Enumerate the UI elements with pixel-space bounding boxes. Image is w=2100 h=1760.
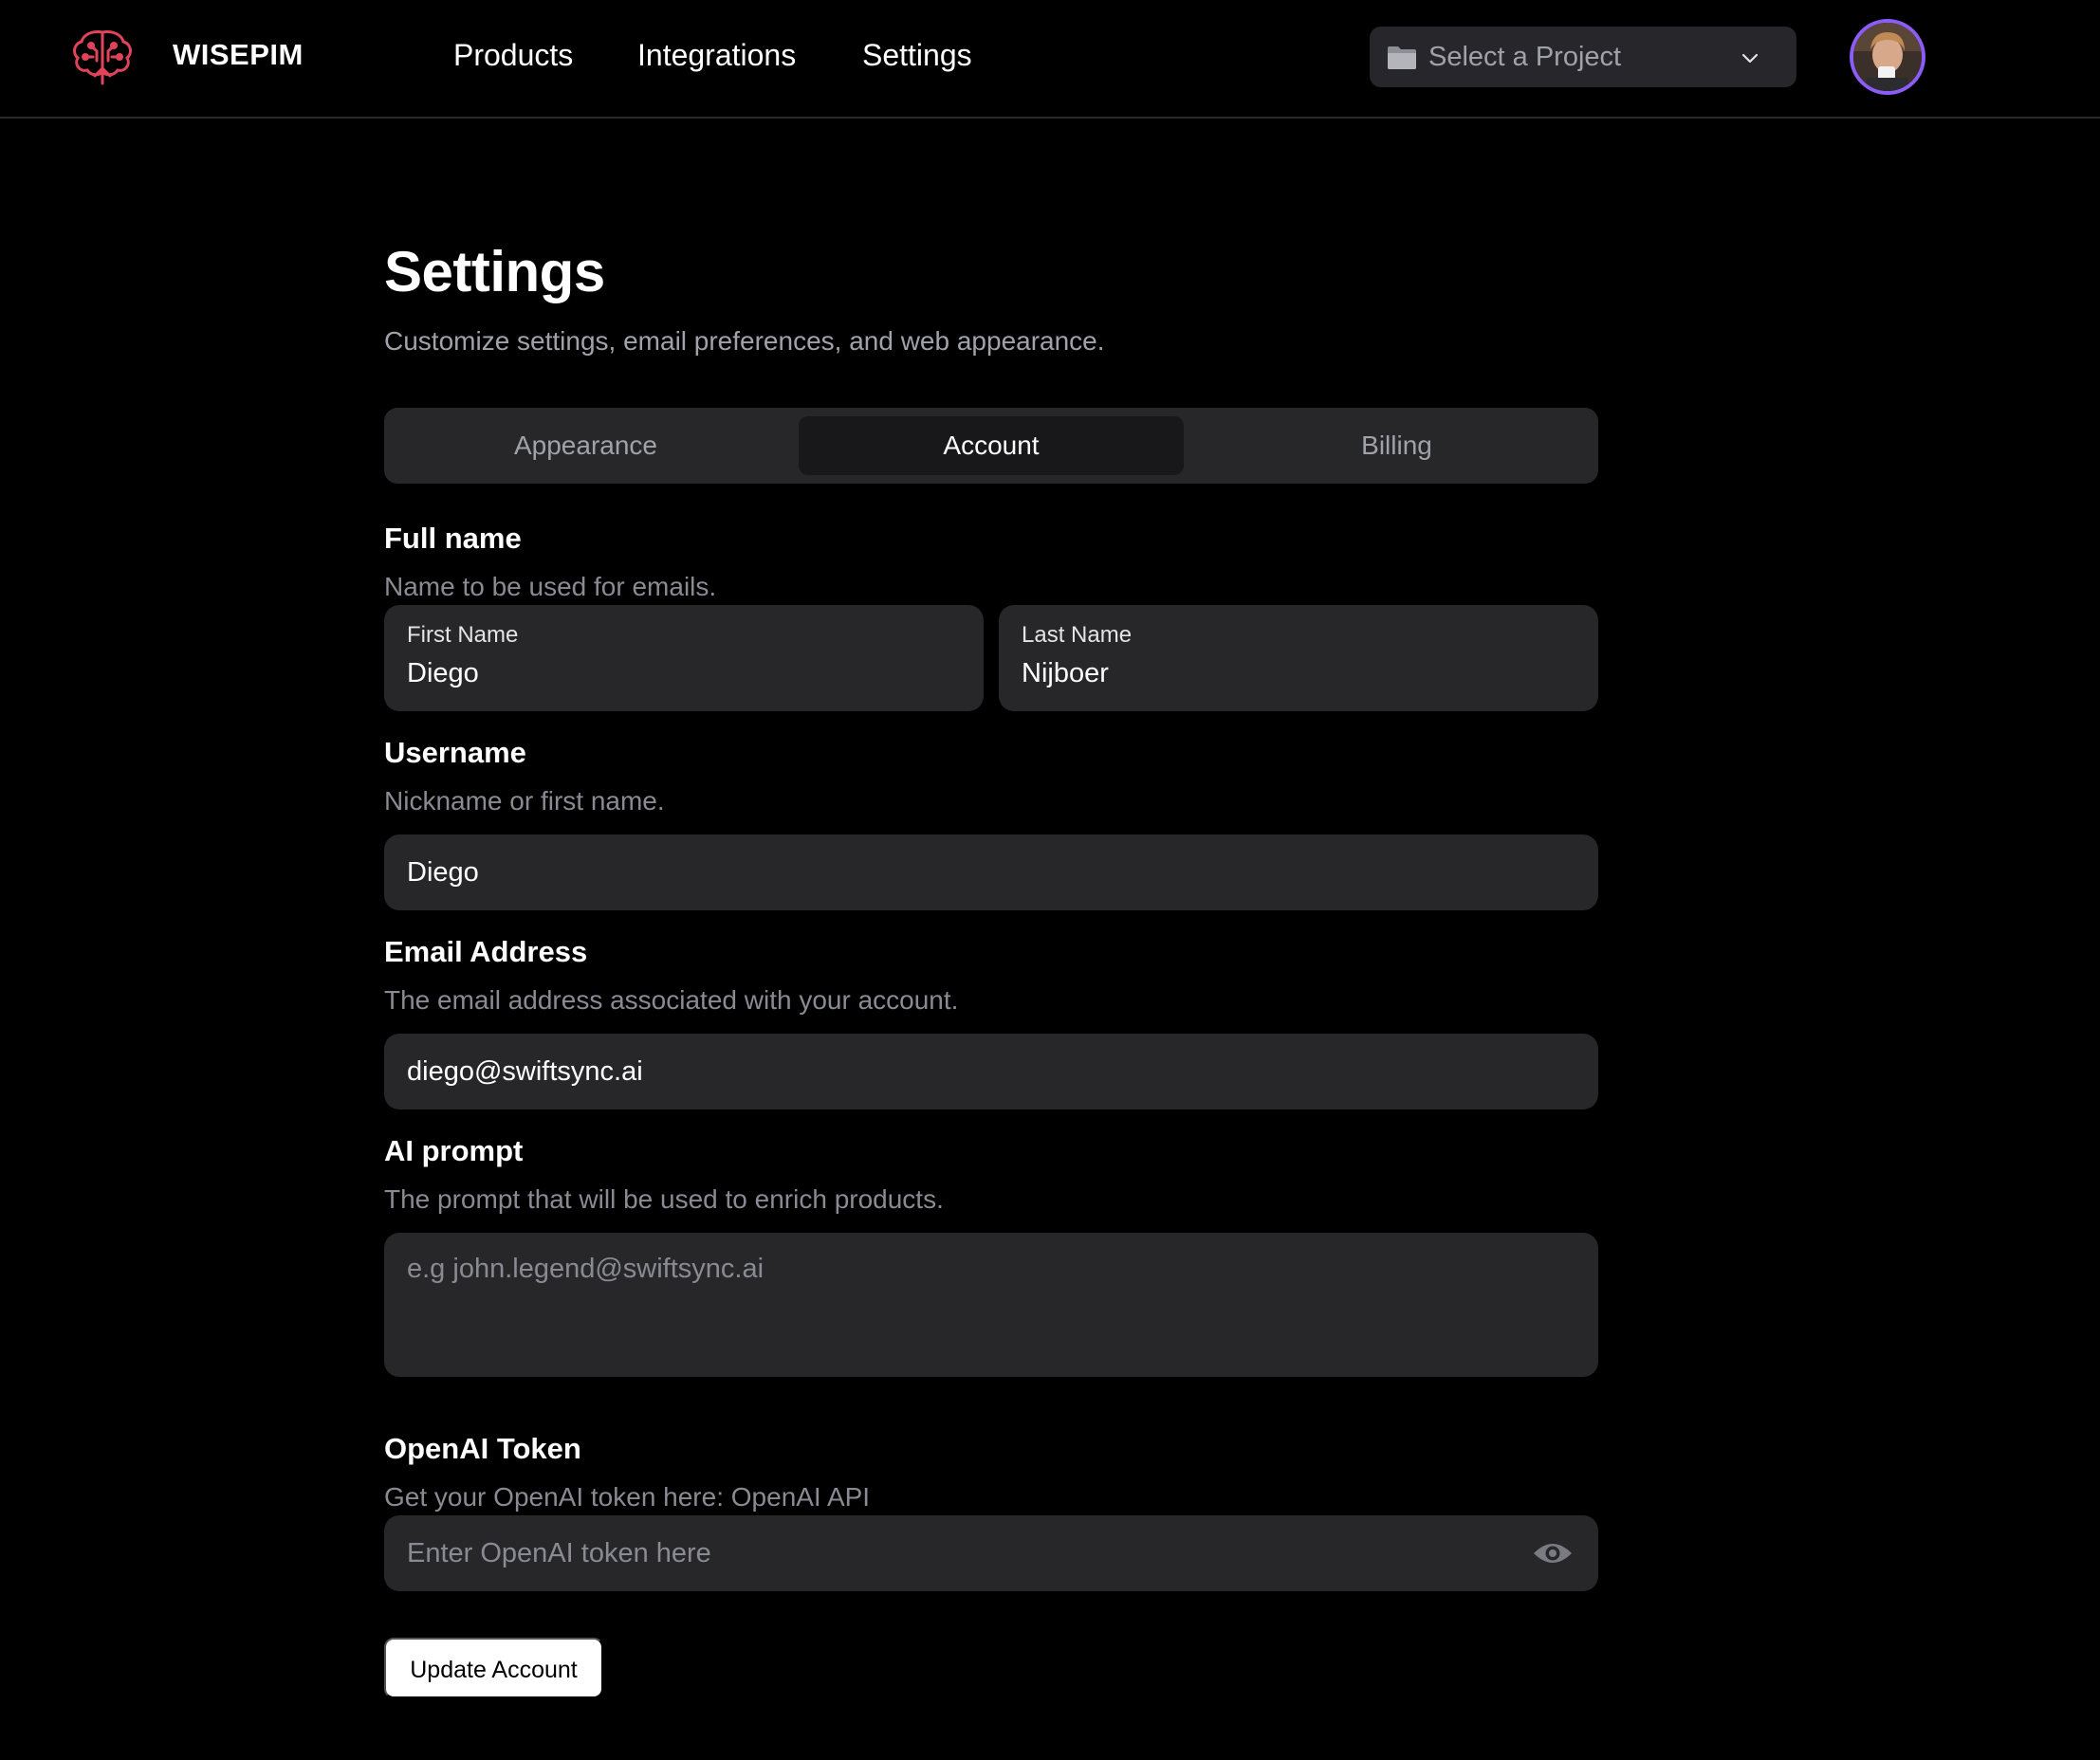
last-name-value[interactable]: Nijboer xyxy=(1022,658,1109,689)
username-description: Nickname or first name. xyxy=(384,786,665,816)
username-value[interactable]: Diego xyxy=(407,857,479,889)
openai-token-label: OpenAI Token xyxy=(384,1432,581,1465)
nav-products[interactable]: Products xyxy=(453,38,573,73)
ai-prompt-textarea[interactable]: e.g john.legend@swiftsync.ai xyxy=(384,1233,1598,1377)
email-label: Email Address xyxy=(384,935,588,968)
project-select[interactable]: Select a Project xyxy=(1370,27,1796,87)
last-name-label: Last Name xyxy=(1022,622,1133,648)
openai-token-description: Get your OpenAI token here: OpenAI API xyxy=(384,1482,871,1512)
tab-appearance[interactable]: Appearance xyxy=(394,416,778,475)
tab-billing[interactable]: Billing xyxy=(1205,416,1589,475)
first-name-field[interactable]: First Name Diego xyxy=(384,605,984,711)
full-name-description: Name to be used for emails. xyxy=(384,572,717,601)
full-name-label: Full name xyxy=(384,522,522,555)
brand-name[interactable]: WISEPIM xyxy=(173,38,304,72)
email-description: The email address associated with your a… xyxy=(384,985,959,1015)
username-input[interactable]: Diego xyxy=(384,834,1598,910)
first-name-value[interactable]: Diego xyxy=(407,658,479,689)
ai-prompt-label: AI prompt xyxy=(384,1134,524,1167)
eye-icon[interactable] xyxy=(1532,1536,1574,1570)
email-value[interactable]: diego@swiftsync.ai xyxy=(407,1056,643,1088)
page-subtitle: Customize settings, email preferences, a… xyxy=(384,326,1105,356)
email-input[interactable]: diego@swiftsync.ai xyxy=(384,1034,1598,1109)
brain-tree-icon[interactable] xyxy=(68,27,137,87)
settings-tabs: Appearance Account Billing xyxy=(384,408,1598,484)
update-account-button[interactable]: Update Account xyxy=(384,1638,603,1698)
ai-prompt-placeholder: e.g john.legend@swiftsync.ai xyxy=(407,1254,764,1284)
nav-settings[interactable]: Settings xyxy=(862,38,972,73)
project-select-label: Select a Project xyxy=(1428,42,1622,72)
user-avatar[interactable] xyxy=(1850,19,1925,95)
folder-icon xyxy=(1388,46,1416,69)
first-name-label: First Name xyxy=(407,622,519,648)
openai-token-input[interactable]: Enter OpenAI token here xyxy=(384,1515,1598,1591)
ai-prompt-description: The prompt that will be used to enrich p… xyxy=(384,1184,944,1214)
openai-token-placeholder: Enter OpenAI token here xyxy=(407,1538,711,1568)
nav-integrations[interactable]: Integrations xyxy=(637,38,796,73)
page-title: Settings xyxy=(384,240,605,303)
chevron-down-icon xyxy=(1741,53,1759,64)
top-navbar: WISEPIM Products Integrations Settings S… xyxy=(0,0,2100,119)
username-label: Username xyxy=(384,736,526,769)
last-name-field[interactable]: Last Name Nijboer xyxy=(999,605,1598,711)
avatar-image xyxy=(1853,23,1922,91)
tab-account[interactable]: Account xyxy=(799,416,1184,475)
